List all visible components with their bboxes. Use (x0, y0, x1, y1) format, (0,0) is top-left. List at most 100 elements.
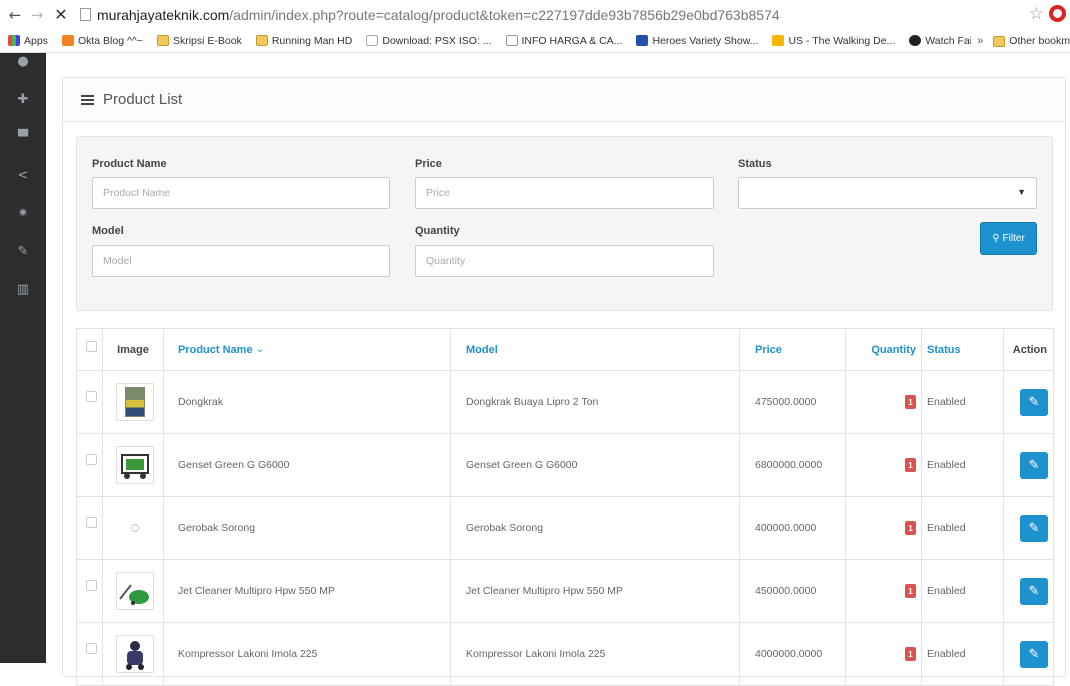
bookmark-heroes[interactable]: Heroes Variety Show... (636, 35, 758, 47)
edit-button[interactable]: ✎ (1020, 514, 1048, 542)
product-name-input[interactable]: Product Name (92, 177, 390, 209)
model-header-label[interactable]: Model (466, 344, 498, 356)
bookmark-apps[interactable]: Apps (8, 35, 48, 47)
bookmark-star-icon[interactable]: ☆ (1029, 4, 1044, 24)
bookmark-skripsi[interactable]: Skripsi E-Book (156, 35, 242, 47)
table-row: Jet Cleaner Multipro Hpw 550 MP Jet Clea… (76, 560, 1054, 623)
filter-panel: Product Name Product Name Price Price St… (76, 136, 1053, 311)
url-domain: murahjayateknik.com (97, 6, 230, 23)
panel-heading: Product List (63, 78, 1065, 122)
table-row: Dongkrak Dongkrak Buaya Lipro 2 Ton 4750… (76, 371, 1054, 434)
bookmark-other[interactable]: Other bookm (993, 35, 1070, 47)
back-arrow-icon[interactable]: ← (6, 6, 24, 24)
row-select-cell (77, 623, 103, 685)
quantity-badge: 1 (905, 395, 916, 409)
quantity-cell: 1 (846, 560, 922, 622)
edit-button[interactable]: ✎ (1020, 388, 1048, 416)
tag-icon[interactable]: ● (0, 47, 46, 75)
bookmark-info-harga[interactable]: INFO HARGA & CA... (505, 35, 622, 47)
image-cell (103, 497, 164, 559)
folder-icon (993, 35, 1006, 47)
status-cell: Enabled (922, 371, 1004, 433)
edit-button[interactable]: ✎ (1020, 451, 1048, 479)
apps-grid-icon (8, 35, 20, 46)
status-header[interactable]: Status (922, 329, 1004, 370)
action-cell: ✎ (1004, 371, 1055, 433)
row-checkbox[interactable] (86, 453, 97, 465)
status-header-label[interactable]: Status (927, 344, 961, 356)
opera-icon[interactable] (1049, 5, 1066, 22)
cart-icon[interactable]: ▀ (0, 123, 46, 151)
quantity-badge: 1 (905, 647, 916, 661)
bookmarks-bar: Apps Okta Blog ^^~ Skripsi E-Book Runnin… (0, 29, 1070, 53)
price-input[interactable]: Price (415, 177, 714, 209)
wrench-icon[interactable]: ✎ (0, 237, 46, 265)
name-cell: Genset Green G G6000 (164, 434, 451, 496)
name-cell: Kompressor Lakoni Imola 225 (164, 623, 451, 685)
price-header[interactable]: Price (740, 329, 846, 370)
image-header: Image (103, 329, 164, 370)
pencil-icon: ✎ (1028, 394, 1040, 410)
status-select[interactable]: ▼ (738, 177, 1037, 209)
bookmark-psx-iso[interactable]: Download: PSX ISO: ... (366, 34, 492, 47)
product-table: Image Product Name ⌄ Model Price Quantity… (76, 328, 1054, 686)
row-select-cell (77, 371, 103, 433)
chevron-icon[interactable]: » (977, 35, 983, 47)
row-checkbox[interactable] (86, 516, 97, 528)
quantity-cell: 1 (846, 623, 922, 685)
row-checkbox[interactable] (86, 579, 97, 591)
bookmark-label: Heroes Variety Show... (652, 34, 759, 47)
price-cell: 6800000.0000 (740, 434, 846, 496)
price-header-label[interactable]: Price (755, 344, 782, 356)
row-checkbox[interactable] (86, 390, 97, 402)
row-checkbox[interactable] (86, 642, 97, 654)
bookmark-walking-dead[interactable]: US - The Walking De... (772, 35, 895, 47)
quantity-input[interactable]: Quantity (415, 245, 714, 277)
quantity-cell: 1 (846, 497, 922, 559)
edit-button[interactable]: ✎ (1020, 577, 1048, 605)
bookmark-label: Download: PSX ISO: ... (382, 34, 492, 47)
image-cell (103, 623, 164, 685)
model-input[interactable]: Model (92, 245, 390, 277)
bar-chart-icon[interactable]: ▥ (0, 275, 46, 303)
share-icon[interactable]: < (0, 161, 46, 189)
image-cell (103, 371, 164, 433)
puzzle-icon[interactable]: ✚ (0, 85, 46, 113)
action-cell: ✎ (1004, 560, 1055, 622)
model-label: Model (92, 225, 124, 237)
forward-arrow-icon[interactable]: → (28, 6, 46, 24)
price-cell: 4000000.0000 (740, 623, 846, 685)
name-header[interactable]: Product Name ⌄ (164, 329, 451, 370)
price-cell: 450000.0000 (740, 560, 846, 622)
browser-toolbar: ← → ✕ murahjayateknik.com/admin/index.ph… (0, 0, 1070, 29)
pencil-icon: ✎ (1028, 520, 1040, 536)
page-icon (80, 8, 91, 21)
bookmark-okta-blog[interactable]: Okta Blog ^^~ (61, 35, 143, 47)
name-cell: Jet Cleaner Multipro Hpw 550 MP (164, 560, 451, 622)
quantity-label: Quantity (415, 225, 460, 237)
bookmark-running-man[interactable]: Running Man HD (255, 34, 353, 47)
pencil-icon: ✎ (1028, 646, 1040, 662)
filter-button[interactable]: ⚲ Filter (980, 222, 1037, 255)
edit-button[interactable]: ✎ (1020, 640, 1048, 668)
quantity-header-label[interactable]: Quantity (871, 344, 916, 356)
bookmark-label: Running Man HD (271, 34, 353, 47)
quantity-badge: 1 (905, 521, 916, 535)
price-label: Price (415, 158, 442, 170)
gear-icon[interactable]: ✷ (0, 199, 46, 227)
bookmark-label: Apps (24, 34, 48, 47)
price-cell: 400000.0000 (740, 497, 846, 559)
stop-icon[interactable]: ✕ (52, 5, 70, 24)
quantity-header[interactable]: Quantity (846, 329, 922, 370)
name-header-label[interactable]: Product Name (178, 344, 253, 356)
row-select-cell (77, 497, 103, 559)
blogger-icon (61, 35, 74, 46)
select-all-checkbox[interactable] (86, 341, 97, 352)
product-thumbnail (116, 383, 154, 421)
folder-icon (255, 35, 268, 46)
action-cell: ✎ (1004, 623, 1055, 685)
select-all-cell (77, 329, 103, 370)
chevron-down-icon: ⌄ (255, 344, 264, 355)
model-header[interactable]: Model (451, 329, 740, 370)
address-field[interactable]: murahjayateknik.com/admin/index.php?rout… (97, 7, 780, 23)
